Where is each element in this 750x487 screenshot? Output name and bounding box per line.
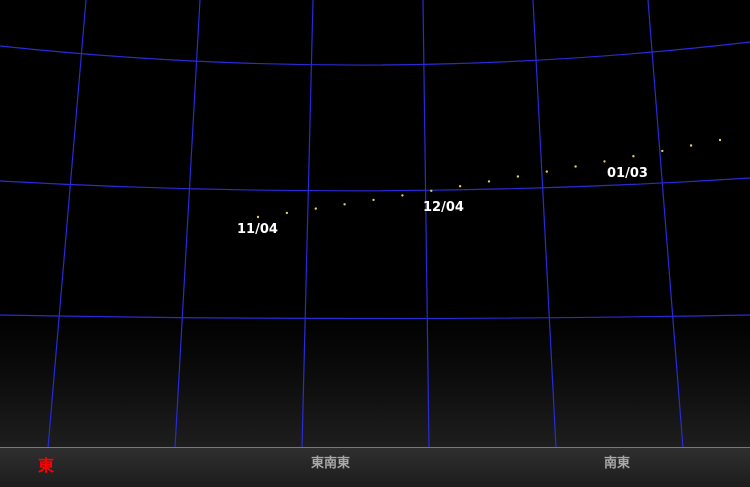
date-label-1204: 12/04: [423, 200, 464, 215]
comet-point: [516, 175, 520, 178]
comet-point: [661, 149, 664, 153]
comet-point: [545, 170, 548, 173]
comet-track: [256, 138, 722, 219]
azimuth-line-6: [647, 0, 684, 448]
altitude-line-upper: [0, 41, 750, 66]
comet-point: [718, 138, 722, 142]
comet-point: [487, 180, 491, 183]
azimuth-line-2: [174, 0, 201, 448]
direction-southeast-label: 南東: [604, 456, 631, 471]
date-label-0103: 01/03: [607, 166, 648, 181]
date-label-1104: 11/04: [237, 222, 278, 237]
comet-point: [256, 215, 260, 219]
azimuth-line-4: [422, 0, 430, 448]
azimuth-line-1: [47, 0, 87, 448]
comet-point: [689, 144, 693, 147]
sky-grid: [0, 0, 750, 448]
altitude-line-lower: [0, 314, 750, 320]
comet-point: [372, 198, 375, 202]
azimuth-line-3: [301, 0, 314, 448]
horizon-bar: [0, 447, 750, 487]
comet-point: [314, 207, 317, 210]
comet-point: [343, 203, 346, 206]
direction-east-label: 東: [38, 456, 55, 475]
comet-point: [603, 160, 606, 163]
comet-point: [285, 211, 289, 215]
comet-point: [430, 189, 433, 192]
comet-point: [458, 185, 462, 188]
comet-point: [632, 155, 635, 158]
direction-east-southeast-label: 東南東: [311, 456, 351, 471]
sky-chart-view[interactable]: 11/04 12/04 01/03 東 東南東 南東: [0, 0, 750, 487]
azimuth-line-5: [532, 0, 557, 448]
comet-point: [401, 194, 404, 197]
comet-point: [574, 165, 577, 168]
